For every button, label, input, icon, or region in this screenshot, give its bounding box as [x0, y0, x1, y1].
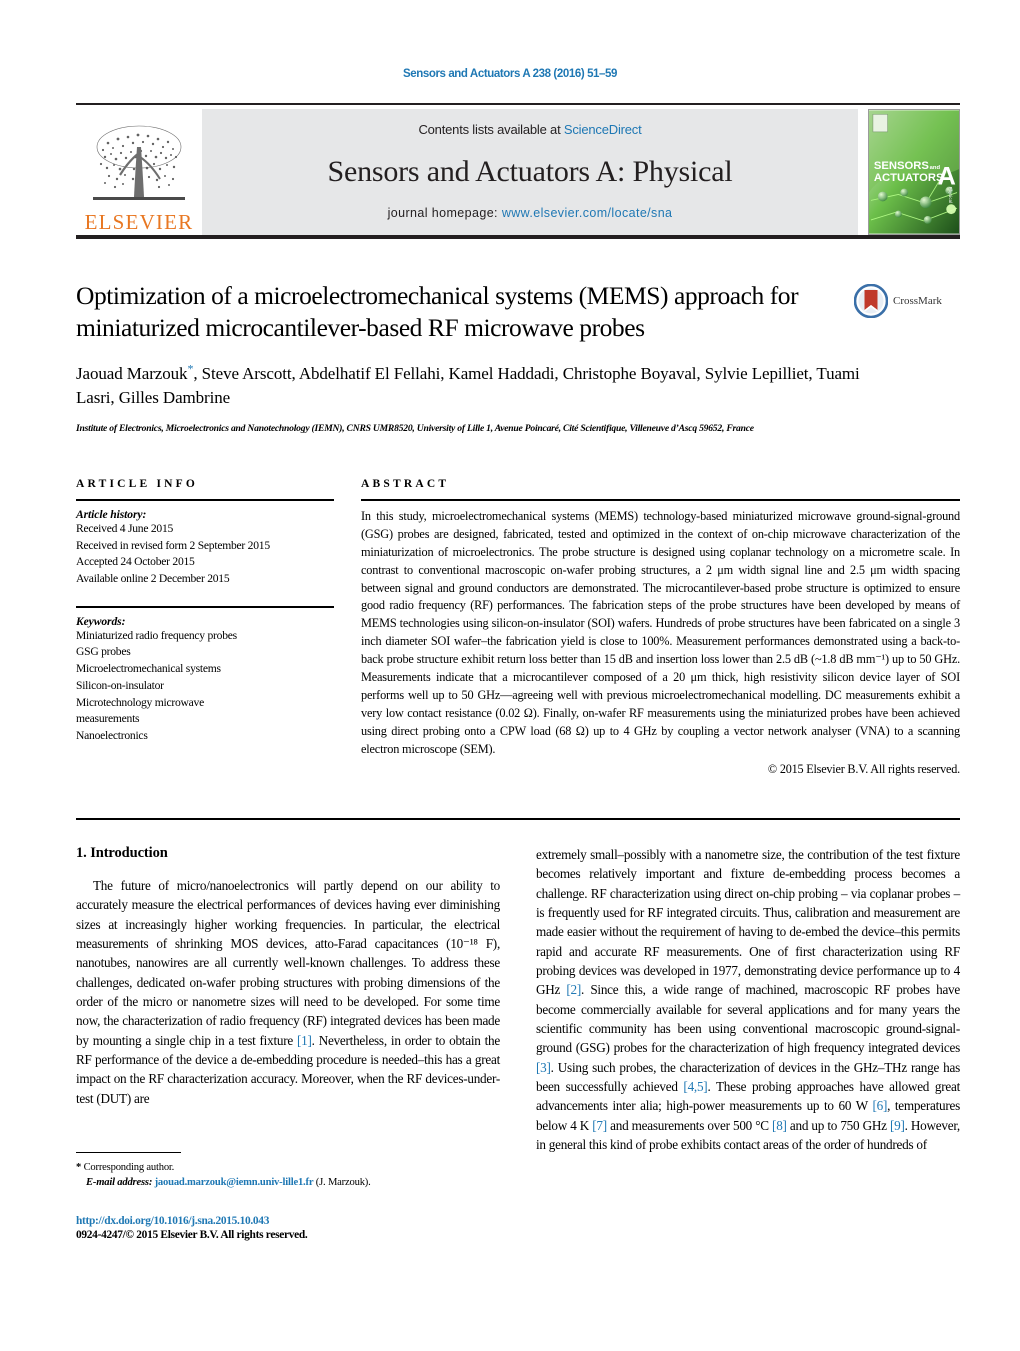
svg-text:ACTUATORS: ACTUATORS [874, 172, 944, 184]
masthead-bottom-rule [76, 235, 960, 239]
journal-title: Sensors and Actuators A: Physical [327, 154, 733, 188]
doi-link[interactable]: http://dx.doi.org/10.1016/j.sna.2015.10.… [76, 1215, 576, 1227]
crossmark-label: CrossMark [893, 295, 942, 307]
citation-ref-3[interactable]: [3] [536, 1060, 551, 1075]
journal-homepage-line: journal homepage: www.elsevier.com/locat… [388, 206, 673, 220]
affiliation: Institute of Electronics, Microelectroni… [76, 423, 754, 435]
citation-ref-9[interactable]: [9] [890, 1118, 905, 1133]
body-column-left: 1. Introduction The future of micro/nano… [76, 845, 500, 1154]
info-abstract-region: ARTICLE INFO Article history: Received 4… [76, 478, 960, 777]
author-list: Jaouad Marzouk*, Steve Arscott, Abdelhat… [76, 360, 866, 410]
crossmark-badge[interactable]: CrossMark [854, 284, 960, 318]
email-label: E-mail address: [86, 1177, 153, 1189]
keyword-item: Miniaturized radio frequency probes [76, 628, 237, 642]
crossmark-icon [854, 284, 888, 318]
keyword-item: measurements [76, 712, 140, 726]
email-link[interactable]: jaouad.marzouk@iemn.univ-lille1.fr [155, 1177, 314, 1188]
intro-right-text-2: . Since this, a wide range of machined, … [536, 982, 960, 1056]
contents-prefix: Contents lists available at [418, 122, 564, 137]
svg-text:Physical: Physical [948, 187, 953, 203]
footnote-email-line: E-mail address: jaouad.marzouk@iemn.univ… [76, 1175, 500, 1190]
history-item: Available online 2 December 2015 [76, 572, 230, 586]
article-info-column: ARTICLE INFO Article history: Received 4… [76, 478, 334, 777]
journal-cover-thumbnail[interactable]: SENSORS and ACTUATORS A Physical [868, 109, 960, 235]
elsevier-tree-icon [93, 125, 185, 200]
article-info-rule [76, 499, 334, 501]
article-title: Optimization of a microelectromechanical… [76, 281, 799, 342]
citation-ref-8[interactable]: [8] [772, 1118, 787, 1133]
corresponding-author-footnote: * Corresponding author. E-mail address: … [76, 1152, 500, 1190]
masthead-center: Contents lists available at ScienceDirec… [202, 109, 858, 235]
journal-masthead: ELSEVIER Contents lists available at Sci… [76, 103, 960, 235]
abstract-copyright: © 2015 Elsevier B.V. All rights reserved… [767, 762, 960, 777]
keyword-item: Nanoelectronics [76, 728, 148, 742]
authors-text: Jaouad Marzouk*, Steve Arscott, Abdelhat… [76, 361, 860, 407]
citation-ref-1[interactable]: [1] [297, 1033, 312, 1048]
email-owner: (J. Marzouk). [315, 1177, 371, 1189]
body-column-right: extremely small–possibly with a nanometr… [536, 845, 960, 1154]
abstract-text: In this study, microelectromechanical sy… [361, 509, 960, 756]
journal-cover-image: SENSORS and ACTUATORS A Physical [869, 110, 959, 234]
intro-right-text-6: and measurements over 500 °C [606, 1117, 773, 1133]
sciencedirect-link[interactable]: ScienceDirect [564, 122, 642, 137]
keywords-label: Keywords: [76, 614, 126, 628]
abstract-heading: ABSTRACT [361, 478, 450, 490]
history-item: Received in revised form 2 September 201… [76, 538, 270, 552]
article-page: Sensors and Actuators A 238 (2016) 51–59 [0, 0, 1020, 1351]
citation-ref-7[interactable]: [7] [592, 1118, 607, 1133]
intro-left-text-1: The future of micro/nanoelectronics will… [76, 878, 500, 1048]
svg-text:SENSORS: SENSORS [874, 160, 930, 172]
corresponding-author-marker[interactable]: * [187, 361, 193, 375]
intro-right-text-7: and up to 750 GHz [786, 1117, 890, 1133]
article-history-label: Article history: [76, 508, 147, 521]
homepage-prefix: journal homepage: [387, 206, 502, 220]
keyword-item: Microelectromechanical systems [76, 662, 221, 676]
introduction-paragraph-left: The future of micro/nanoelectronics will… [76, 876, 500, 1108]
footnote-corresponding-line: * Corresponding author. [76, 1160, 500, 1175]
intro-right-text-1: extremely small–possibly with a nanometr… [536, 847, 960, 998]
elsevier-logo: ELSEVIER [76, 109, 202, 235]
keyword-item: Silicon-on-insulator [76, 678, 164, 692]
contents-lists-line: Contents lists available at ScienceDirec… [418, 122, 641, 137]
article-info-heading: ARTICLE INFO [76, 478, 199, 490]
footnote-corresponding-text: Corresponding author. [83, 1162, 175, 1173]
title-block: Optimization of a microelectromechanical… [76, 280, 960, 437]
history-item: Accepted 24 October 2015 [76, 555, 195, 569]
history-item: Received 4 June 2015 [76, 522, 174, 535]
introduction-paragraph-right: extremely small–possibly with a nanometr… [536, 845, 960, 1154]
journal-homepage-link[interactable]: www.elsevier.com/locate/sna [502, 206, 673, 220]
introduction-heading: 1. Introduction [76, 845, 168, 861]
footer-doi-block: http://dx.doi.org/10.1016/j.sna.2015.10.… [76, 1215, 576, 1241]
elsevier-wordmark: ELSEVIER [84, 210, 194, 234]
citation-ref-2[interactable]: [2] [566, 982, 581, 997]
keywords-rule [76, 605, 334, 608]
running-head: Sensors and Actuators A 238 (2016) 51–59 [402, 68, 618, 80]
footnote-asterisk: * [76, 1162, 82, 1173]
abstract-bottom-rule [76, 818, 960, 820]
citation-ref-6[interactable]: [6] [872, 1098, 887, 1113]
footnote-rule [76, 1152, 181, 1153]
issn-copyright-line: 0924-4247/© 2015 Elsevier B.V. All right… [76, 1229, 308, 1241]
abstract-column: ABSTRACT In this study, microelectromech… [361, 478, 960, 777]
masthead-top-rule [76, 103, 960, 105]
abstract-rule [361, 499, 960, 501]
keyword-item: Microtechnology microwave [76, 695, 205, 709]
keyword-item: GSG probes [76, 645, 131, 659]
body-columns: 1. Introduction The future of micro/nano… [76, 845, 960, 1154]
keywords-block: Keywords: Miniaturized radio frequency p… [76, 615, 334, 745]
citation-ref-4-5[interactable]: [4,5] [683, 1079, 707, 1094]
